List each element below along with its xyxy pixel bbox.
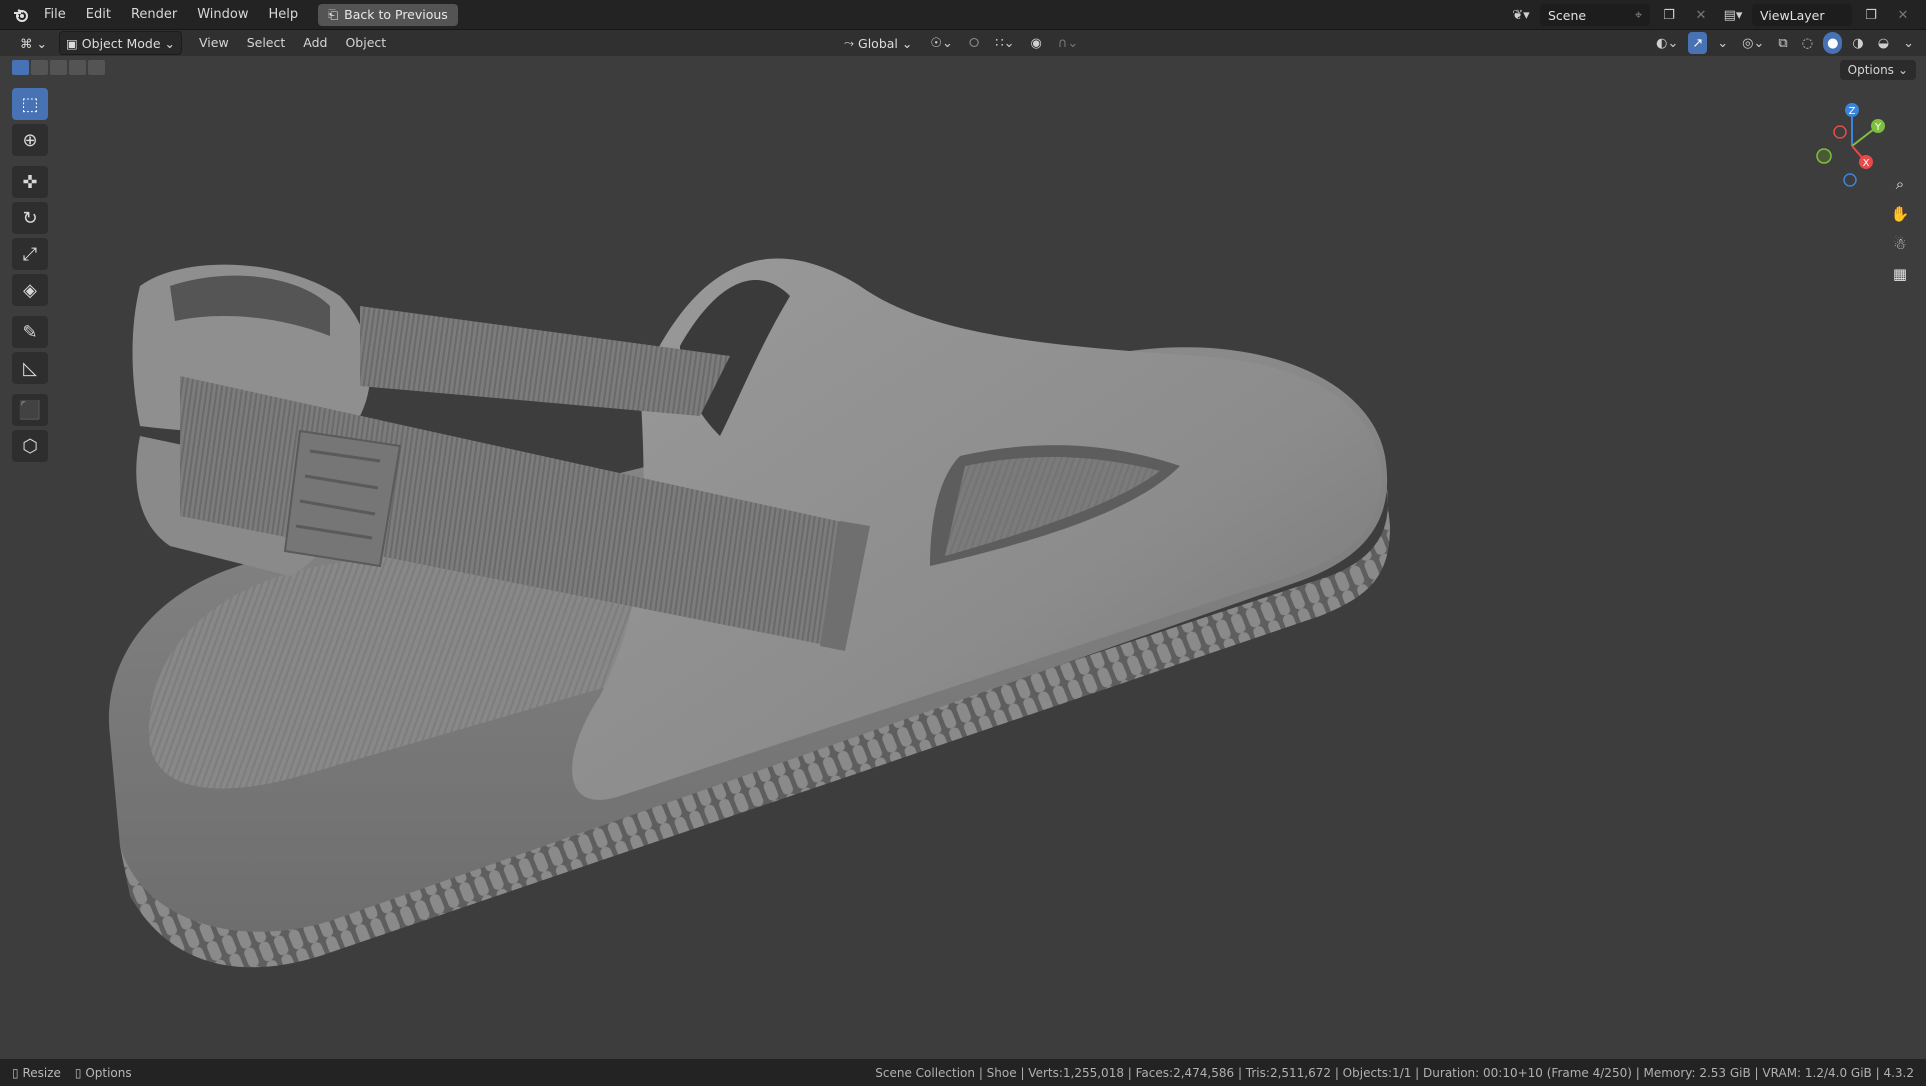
measure-icon: ◺ (23, 357, 37, 379)
visibility-icon[interactable]: ◐⌄ (1652, 32, 1682, 54)
menu-render[interactable]: Render (121, 0, 187, 30)
scene-selector-icon[interactable]: ❦▾ (1508, 4, 1534, 26)
status-bar: ▯ Resize ▯ Options Scene Collection | Sh… (0, 1059, 1926, 1086)
add-object-icon: ⬡ (22, 435, 38, 457)
cursor-tool[interactable]: ⊕ (12, 124, 48, 156)
axis-y-label: Y (1874, 122, 1882, 133)
rotate-icon: ↻ (22, 207, 38, 229)
viewport-header: ⌘ ⌄ ▣ Object Mode ⌄ View Select Add Objec… (0, 30, 1926, 56)
menu-window[interactable]: Window (187, 0, 258, 30)
menu-select[interactable]: Select (238, 30, 295, 56)
pin-icon[interactable]: ⌖ (1635, 7, 1642, 23)
menu-view[interactable]: View (190, 30, 238, 56)
chevron-down-icon: ⌄ (901, 35, 913, 51)
snap-toggle-icon[interactable]: ⭘ (965, 32, 983, 54)
tool-shelf: ⬚ ⊕ ✜ ↻ ⤢ ◈ ✎ ◺ ⬛ ⬡ (12, 88, 50, 466)
pan-hand-icon[interactable]: ✋ (1886, 202, 1914, 226)
add-object-tool[interactable]: ⬡ (12, 430, 48, 462)
view-layer-name: ViewLayer (1760, 7, 1825, 23)
orientation-dropdown[interactable]: ⤳ Global ⌄ (838, 32, 918, 54)
axis-x-label: X (1863, 158, 1870, 169)
view-layer-selector-icon[interactable]: ▤▾ (1720, 4, 1746, 26)
status-resize-label: Resize (22, 1065, 61, 1080)
status-options: ▯ Options (75, 1066, 132, 1080)
mode-dropdown[interactable]: ▣ Object Mode ⌄ (58, 31, 183, 55)
status-resize: ▯ Resize (12, 1066, 61, 1080)
object-mode-icon: ▣ (65, 35, 78, 51)
back-to-previous-button[interactable]: ⎗ Back to Previous (318, 3, 458, 26)
view-layer-field[interactable]: ViewLayer (1752, 4, 1852, 26)
delete-view-layer-icon[interactable]: ✕ (1890, 4, 1916, 26)
chevron-down-icon: ⌄ (164, 35, 176, 51)
menu-object[interactable]: Object (336, 30, 395, 56)
3d-viewport[interactable]: Options ⌄ ⬚ ⊕ ✜ ↻ ⤢ ◈ ✎ ◺ ⬛ ⬡ Z Y X ⌕ ✋ … (0, 56, 1926, 1059)
status-options-label: Options (85, 1065, 132, 1080)
falloff-icon[interactable]: ∩⌄ (1054, 32, 1082, 54)
measure-tool[interactable]: ◺ (12, 352, 48, 384)
wireframe-shading-icon[interactable]: ◌ (1798, 32, 1817, 54)
new-scene-icon[interactable]: ❐ (1656, 4, 1682, 26)
gizmo-dropdown-icon[interactable]: ⌄ (1713, 32, 1732, 54)
axis-z-label: Z (1849, 106, 1856, 117)
solid-shading-icon[interactable]: ● (1823, 32, 1843, 54)
add-cube-icon: ⬛ (18, 399, 42, 421)
chevron-down-icon: ⌄ (36, 35, 47, 51)
xray-icon[interactable]: ⧉ (1774, 32, 1791, 54)
annotate-tool[interactable]: ✎ (12, 316, 48, 348)
gizmo-toggle-icon[interactable]: ↗ (1688, 32, 1708, 54)
delete-scene-icon[interactable]: ✕ (1688, 4, 1714, 26)
back-to-previous-label: Back to Previous (344, 7, 448, 22)
add-cube-tool[interactable]: ⬛ (12, 394, 48, 426)
editor-type-dropdown[interactable]: ⌘ ⌄ (14, 32, 53, 54)
move-tool[interactable]: ✜ (12, 166, 48, 198)
zoom-icon[interactable]: ⌕ (1886, 172, 1914, 196)
axis-neg-z-icon[interactable] (1843, 173, 1857, 187)
annotate-icon: ✎ (22, 321, 38, 343)
overlays-icon[interactable]: ◎⌄ (1738, 32, 1768, 54)
menu-add[interactable]: Add (294, 30, 336, 56)
scene-name: Scene (1548, 7, 1587, 23)
snap-element-icon[interactable]: ∷⌄ (991, 32, 1018, 54)
navigation-buttons: ⌕ ✋ ☃ ▦ (1886, 172, 1914, 286)
menu-help[interactable]: Help (259, 0, 309, 30)
perspective-grid-icon[interactable]: ▦ (1886, 262, 1914, 286)
top-bar: File Edit Render Window Help ⎗ Back to P… (0, 0, 1926, 30)
orientation-icon: ⤳ (844, 35, 855, 50)
cursor-icon: ⊕ (22, 129, 38, 151)
axis-neg-y-icon[interactable] (1816, 148, 1832, 164)
mouse-icon: ▯ (74, 1065, 82, 1080)
rotate-tool[interactable]: ↻ (12, 202, 48, 234)
select-box-icon: ⬚ (21, 93, 39, 115)
proportional-editing-icon[interactable]: ◉ (1027, 32, 1046, 54)
select-box-tool[interactable]: ⬚ (12, 88, 48, 120)
shoe-model[interactable] (0, 56, 1926, 1059)
new-view-layer-icon[interactable]: ❐ (1858, 4, 1884, 26)
material-preview-icon[interactable]: ◑ (1848, 32, 1867, 54)
scale-tool[interactable]: ⤢ (12, 238, 48, 270)
pivot-point-icon[interactable]: ☉⌄ (926, 32, 957, 54)
orientation-label: Global (858, 35, 898, 51)
mouse-icon: ▯ (12, 1065, 19, 1080)
menu-edit[interactable]: Edit (76, 0, 121, 30)
mode-label: Object Mode (81, 35, 161, 51)
camera-view-icon[interactable]: ☃ (1886, 232, 1914, 256)
move-icon: ✜ (22, 171, 38, 193)
transform-icon: ◈ (23, 279, 37, 301)
back-icon: ⎗ (328, 6, 339, 22)
menu-file[interactable]: File (34, 0, 76, 30)
blender-logo-icon[interactable] (8, 4, 34, 26)
scene-statistics: Scene Collection | Shoe | Verts:1,255,01… (875, 1065, 1914, 1080)
3d-viewport-icon: ⌘ (20, 35, 33, 51)
scene-field[interactable]: Scene ⌖ (1540, 4, 1650, 26)
transform-tool[interactable]: ◈ (12, 274, 48, 306)
scale-icon: ⤢ (22, 243, 38, 265)
shading-options-icon[interactable]: ⌄ (1899, 32, 1918, 54)
strap-patch (283, 429, 402, 568)
axis-neg-x-icon[interactable] (1833, 125, 1847, 139)
rendered-shading-icon[interactable]: ◒ (1874, 32, 1893, 54)
